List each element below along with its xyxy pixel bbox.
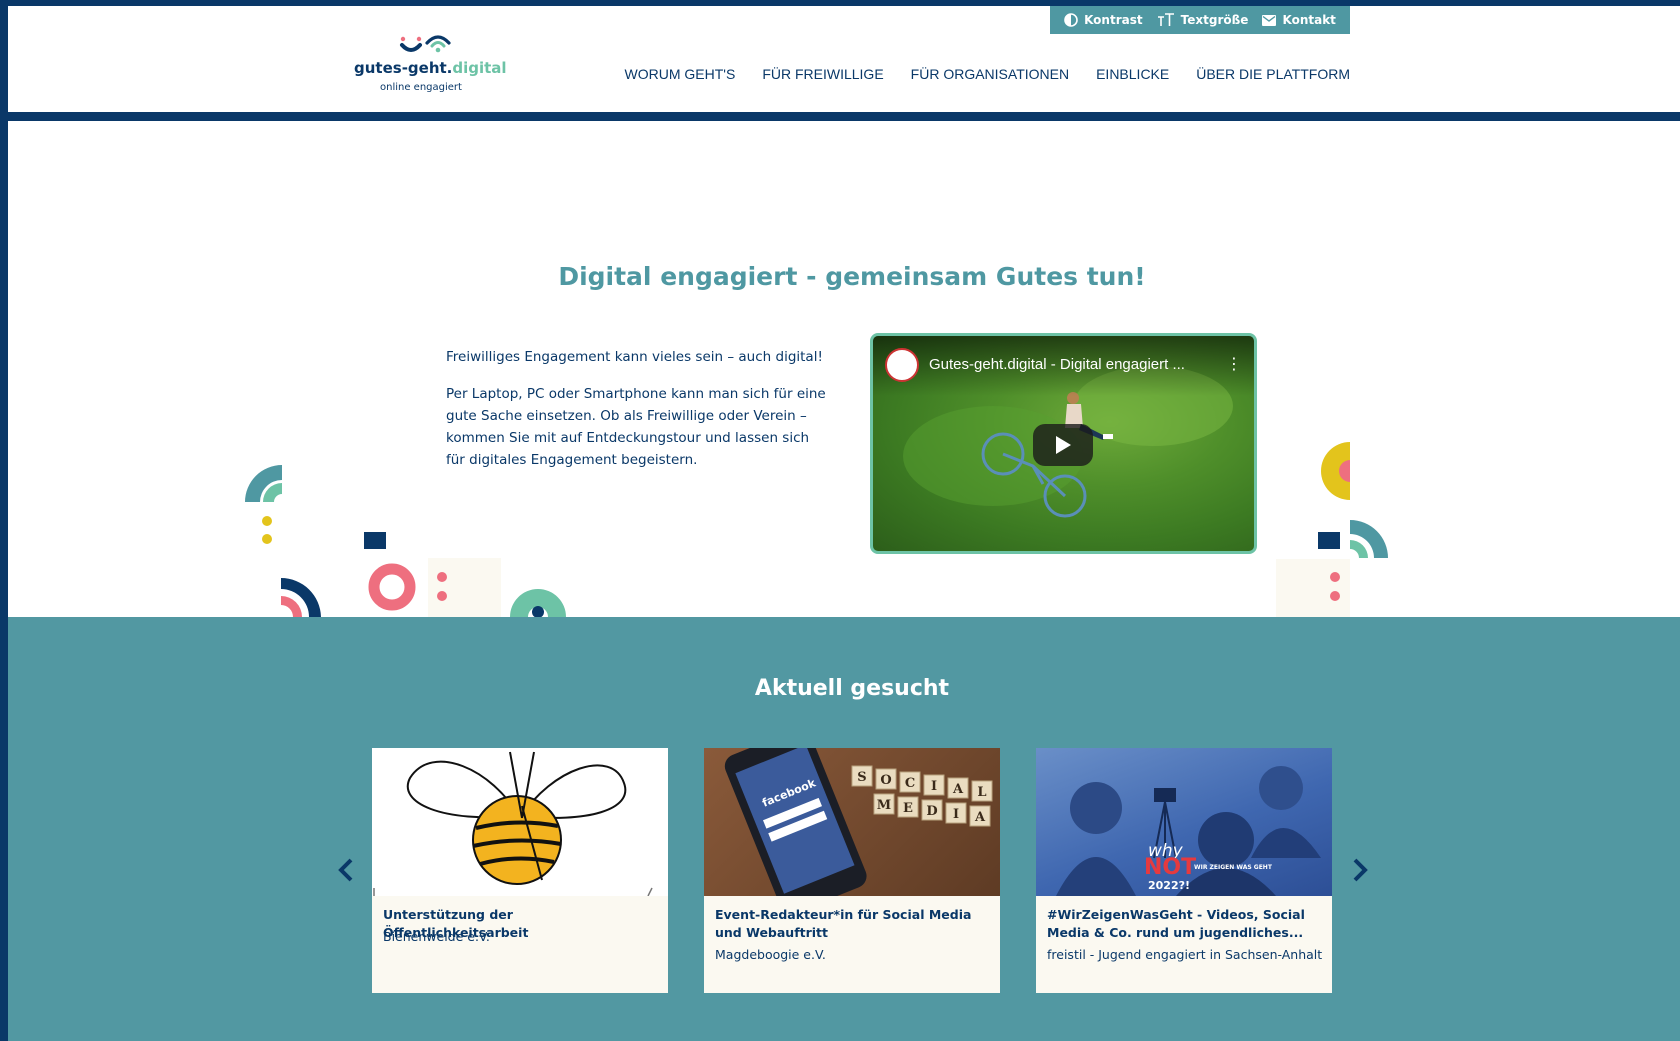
card-organization: Magdeboogie e.V.: [715, 947, 826, 962]
play-icon: [1056, 436, 1071, 454]
phone-social-media-illustration: facebook S O C I A LM E D I A: [724, 748, 993, 896]
card-organization: freistil - Jugend engagiert in Sachsen-A…: [1047, 947, 1323, 962]
poster-not-text: NOT: [1144, 855, 1196, 880]
letter-tile: I: [923, 774, 945, 796]
svg-text:S: S: [857, 770, 866, 785]
letter-tile: M: [873, 793, 895, 815]
poster-side-text: WIR ZEIGEN WAS GEHT: [1194, 864, 1273, 871]
letter-tiles: S O C I A LM E D I A: [851, 765, 993, 827]
decoration-right-icon: [1276, 442, 1388, 617]
chevron-left-icon: [338, 858, 353, 882]
letter-tile: C: [899, 771, 921, 793]
svg-text:E: E: [903, 801, 913, 816]
section-title: Aktuell gesucht: [754, 676, 950, 701]
decorative-shapes: [245, 442, 1388, 644]
letter-tile: L: [971, 780, 993, 802]
channel-avatar[interactable]: [885, 348, 919, 382]
hero-paragraph-1: Freiwilliges Engagement kann vieles sein…: [446, 349, 823, 365]
hero-paragraph-2: Per Laptop, PC oder Smartphone kann man …: [446, 386, 826, 468]
card-title[interactable]: Event-Redakteur*in für Social Media und …: [715, 906, 991, 942]
carousel-prev-button[interactable]: [334, 855, 358, 885]
svg-text:O: O: [880, 773, 891, 788]
youth-filming-illustration: why NOT WIR ZEIGEN WAS GEHT 2022?!: [1056, 766, 1321, 896]
svg-text:L: L: [977, 785, 986, 800]
letter-tile: O: [875, 768, 897, 790]
play-button[interactable]: [1033, 424, 1093, 466]
more-options-icon[interactable]: ⋮: [1226, 354, 1242, 373]
svg-text:D: D: [926, 804, 937, 819]
card-organization: Bienenweide e.V.: [383, 929, 490, 944]
opportunity-card[interactable]: facebook SOCIALMEDIA Event-Redakteur*in …: [704, 748, 1000, 993]
chevron-right-icon: [1353, 858, 1368, 882]
svg-text:A: A: [952, 782, 964, 797]
hero-intro: Freiwilliges Engagement kann vieles sein…: [446, 346, 830, 486]
opportunity-card[interactable]: Unterstützung der Öffentlichkeitsarbeit …: [372, 748, 668, 993]
poster-year-text: 2022?!: [1148, 879, 1190, 892]
card-image: facebook SOCIALMEDIA: [704, 748, 1000, 896]
card-image: [372, 748, 668, 896]
letter-tile: S: [851, 765, 873, 787]
svg-text:I: I: [931, 779, 937, 794]
letter-tile: A: [947, 777, 969, 799]
card-title[interactable]: #WirZeigenWasGeht - Videos, Social Media…: [1047, 906, 1323, 942]
carousel-next-button[interactable]: [1348, 855, 1372, 885]
letter-tile: E: [897, 796, 919, 818]
video-player[interactable]: Gutes-geht.digital - Digital engagiert .…: [870, 333, 1257, 554]
svg-text:I: I: [953, 807, 959, 822]
hero-title: Digital engagiert - gemeinsam Gutes tun!: [558, 262, 1146, 291]
letter-tile: I: [945, 802, 967, 824]
svg-text:M: M: [877, 798, 891, 813]
video-title[interactable]: Gutes-geht.digital - Digital engagiert .…: [929, 356, 1199, 373]
letter-tile: D: [921, 799, 943, 821]
svg-text:A: A: [974, 810, 986, 825]
svg-text:C: C: [905, 776, 915, 791]
card-image: why NOT WIR ZEIGEN WAS GEHT 2022?!: [1036, 748, 1332, 896]
opportunity-card[interactable]: why NOT WIR ZEIGEN WAS GEHT 2022?! #WirZ…: [1036, 748, 1332, 993]
letter-tile: A: [969, 805, 991, 827]
bee-illustration-icon: [373, 751, 653, 896]
